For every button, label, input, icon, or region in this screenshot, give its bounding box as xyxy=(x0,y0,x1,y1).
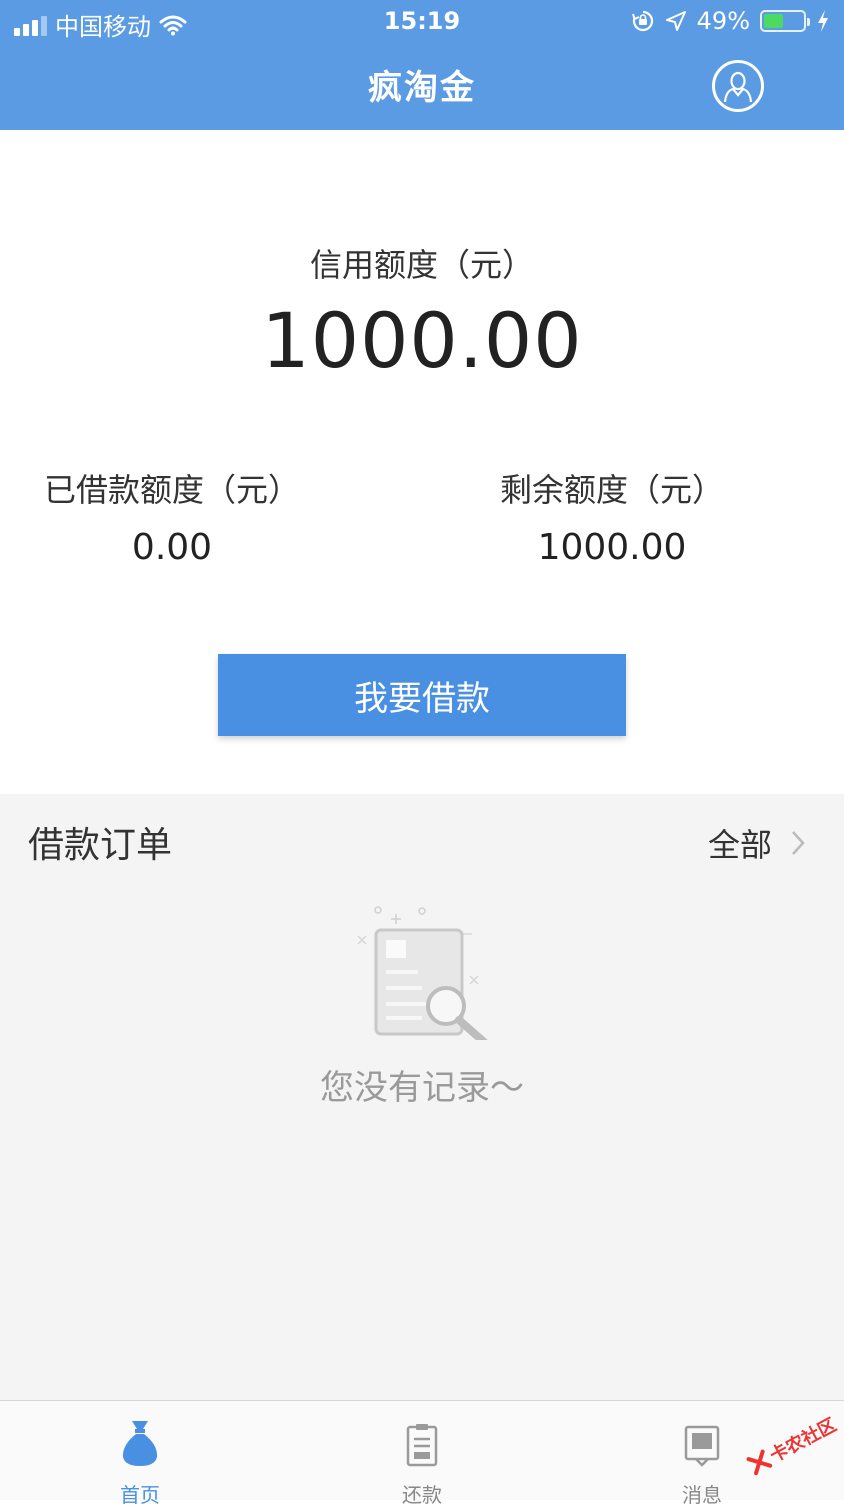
borrowed-label: 已借款额度（元） xyxy=(43,471,300,509)
loan-orders-section: 借款订单 全部 您没有记录～ xyxy=(0,794,844,1400)
borrowed-stat: 已借款额度（元） 0.00 xyxy=(22,465,322,568)
tab-messages-label: 消息 xyxy=(682,1483,722,1507)
tab-messages[interactable]: 消息 xyxy=(642,1415,762,1508)
remaining-stat: 剩余额度（元） 1000.00 xyxy=(462,465,762,568)
tab-repay[interactable]: 还款 xyxy=(362,1415,482,1508)
status-bar: 中国移动 15:19 49% xyxy=(0,0,844,44)
battery-percent: 49% xyxy=(696,7,750,35)
status-right: 49% xyxy=(631,7,830,35)
location-icon xyxy=(665,11,686,31)
app-header: 中国移动 15:19 49% 疯淘金 xyxy=(0,0,844,130)
clipboard-icon xyxy=(406,1424,438,1467)
borrowed-value: 0.00 xyxy=(131,527,213,568)
loan-orders-title: 借款订单 xyxy=(28,825,173,866)
battery-level-fill xyxy=(764,14,783,28)
chevron-right-icon xyxy=(792,831,805,855)
credit-limit-amount: 1000.00 xyxy=(261,296,583,385)
orientation-lock-icon xyxy=(631,10,653,32)
document-search-icon xyxy=(357,906,488,1040)
bottom-tab-bar: 首页 还款 消息 xyxy=(0,1400,844,1507)
charging-icon xyxy=(818,10,828,32)
money-bag-icon xyxy=(122,1421,158,1466)
remaining-value: 1000.00 xyxy=(537,527,687,568)
view-all-label: 全部 xyxy=(707,826,772,864)
user-profile-icon xyxy=(723,71,753,103)
view-all-orders-link[interactable]: 全部 xyxy=(708,820,806,866)
tab-repay-label: 还款 xyxy=(402,1483,442,1507)
tab-home-label: 首页 xyxy=(120,1483,160,1507)
credit-limit-label: 信用额度（元） xyxy=(309,246,534,284)
borrow-button[interactable]: 我要借款 xyxy=(218,654,626,736)
profile-button[interactable] xyxy=(712,60,764,112)
tab-home[interactable]: 首页 xyxy=(80,1415,200,1508)
empty-records-text: 您没有记录～ xyxy=(320,1068,524,1108)
message-icon xyxy=(684,1425,720,1467)
watermark-text: 卡农社区 xyxy=(766,1414,841,1467)
battery-icon xyxy=(760,10,810,32)
remaining-label: 剩余额度（元） xyxy=(499,471,724,509)
